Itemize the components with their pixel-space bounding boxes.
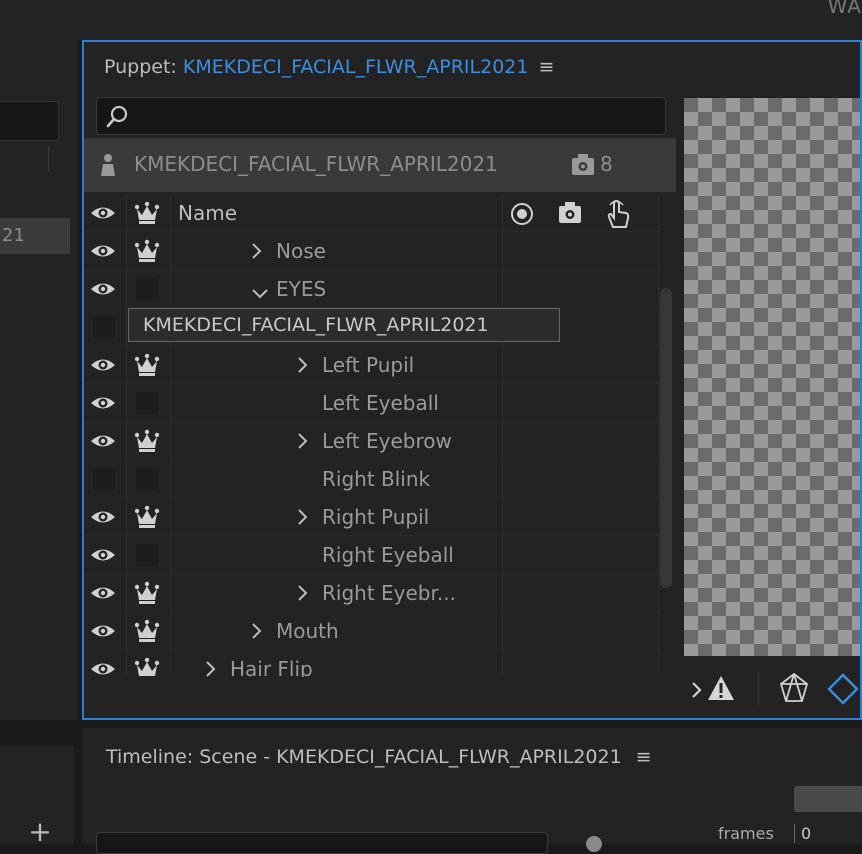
- crown-icon[interactable]: [134, 239, 160, 263]
- eye-icon[interactable]: [90, 430, 115, 452]
- puppet-name: KMEKDECI_FACIAL_FLWR_APRIL2021: [134, 152, 498, 176]
- chevron-right-icon[interactable]: [690, 680, 704, 704]
- eye-icon[interactable]: [90, 544, 115, 566]
- frame-zero: 0: [794, 824, 811, 843]
- eye-icon[interactable]: [90, 506, 115, 528]
- puppet-panel: Puppet: KMEKDECI_FACIAL_FLWR_APRIL2021 ≡ …: [82, 40, 862, 720]
- warning-icon[interactable]: [706, 674, 736, 706]
- stage-preview[interactable]: [684, 98, 860, 656]
- crown-icon[interactable]: [134, 619, 160, 643]
- panel-menu-icon[interactable]: ≡: [636, 746, 652, 768]
- target-icon[interactable]: [510, 202, 534, 230]
- stage-toolbar: [676, 662, 860, 718]
- layer-row[interactable]: Nose: [84, 232, 660, 270]
- behavior-count: 8: [600, 152, 613, 176]
- chevron-right-icon[interactable]: [296, 507, 310, 532]
- layer-row[interactable]: Hair Flip: [84, 650, 660, 677]
- eye-icon[interactable]: [90, 392, 115, 414]
- layer-label: Mouth: [276, 619, 339, 643]
- layer-label: Right Pupil: [322, 505, 430, 529]
- left-panel: [0, 40, 78, 720]
- layers-header: Name: [84, 194, 660, 232]
- layer-tooltip: KMEKDECI_FACIAL_FLWR_APRIL2021: [128, 308, 560, 342]
- layer-row[interactable]: Right Blink: [84, 460, 660, 498]
- chevron-right-icon[interactable]: [204, 659, 218, 677]
- timeline-ruler[interactable]: [794, 786, 862, 812]
- layer-label: Right Eyeball: [322, 543, 454, 567]
- left-search-field[interactable]: [0, 101, 59, 141]
- layer-label: Left Pupil: [322, 353, 415, 377]
- toolbar-divider: [758, 672, 759, 706]
- hand-icon[interactable]: [604, 199, 632, 233]
- vertical-scrollbar[interactable]: [660, 288, 672, 588]
- hidden-visibility-toggle[interactable]: [93, 468, 115, 490]
- mesh-icon[interactable]: [778, 672, 810, 708]
- layer-label: EYES: [276, 277, 327, 301]
- app-top-bar: WA: [0, 0, 862, 40]
- chevron-right-icon[interactable]: [296, 431, 310, 456]
- layer-row[interactable]: Mouth: [84, 612, 660, 650]
- chevron-right-icon[interactable]: [250, 621, 264, 646]
- layer-label: Left Eyebrow: [322, 429, 452, 453]
- layer-label: Right Eyebr...: [322, 581, 456, 605]
- chevron-right-icon[interactable]: [296, 583, 310, 608]
- timeline-panel: Timeline: Scene - KMEKDECI_FACIAL_FLWR_A…: [82, 728, 862, 854]
- left-selected-item[interactable]: 21: [0, 218, 70, 254]
- layer-label: Hair Flip: [230, 657, 313, 677]
- crown-icon[interactable]: [134, 201, 160, 225]
- layer-row[interactable]: Right Eyebr...: [84, 574, 660, 612]
- independence-toggle[interactable]: [136, 392, 158, 414]
- independence-toggle[interactable]: [136, 278, 158, 300]
- independence-toggle[interactable]: [136, 468, 158, 490]
- eye-icon[interactable]: [90, 354, 115, 376]
- layer-label: Left Eyeball: [322, 391, 439, 415]
- layer-label: Right Blink: [322, 467, 431, 491]
- layer-row[interactable]: Right Eyeball: [84, 536, 660, 574]
- eye-icon[interactable]: [90, 202, 115, 224]
- puppet-title-name: KMEKDECI_FACIAL_FLWR_APRIL2021: [182, 56, 529, 78]
- handle-tool-icon[interactable]: [826, 672, 860, 710]
- chevron-right-icon[interactable]: [296, 355, 310, 380]
- eye-icon[interactable]: [90, 278, 115, 300]
- camera-icon[interactable]: [557, 201, 583, 229]
- puppet-search-input[interactable]: [96, 97, 666, 135]
- timeline-title: Timeline: Scene - KMEKDECI_FACIAL_FLWR_A…: [106, 746, 652, 768]
- layer-row[interactable]: Right Pupil: [84, 498, 660, 536]
- eye-icon[interactable]: [90, 240, 115, 262]
- layer-row[interactable]: EYES: [84, 270, 660, 308]
- add-icon[interactable]: +: [28, 818, 52, 846]
- puppet-panel-title: Puppet: KMEKDECI_FACIAL_FLWR_APRIL2021 ≡: [104, 56, 554, 78]
- person-icon: [98, 152, 118, 182]
- eye-icon[interactable]: [90, 620, 115, 642]
- frames-label: frames: [718, 824, 774, 843]
- independence-toggle[interactable]: [136, 544, 158, 566]
- crown-icon[interactable]: [134, 353, 160, 377]
- layer-row[interactable]: Left Pupil: [84, 346, 660, 384]
- hidden-visibility-toggle[interactable]: [93, 316, 115, 338]
- puppet-row[interactable]: KMEKDECI_FACIAL_FLWR_APRIL2021 8: [84, 138, 676, 192]
- timeline-title-text: Timeline: Scene - KMEKDECI_FACIAL_FLWR_A…: [106, 746, 622, 768]
- camera-icon: [570, 153, 596, 181]
- panel-menu-icon[interactable]: ≡: [538, 56, 554, 78]
- name-column-header[interactable]: Name: [178, 201, 237, 225]
- puppet-title-prefix: Puppet:: [104, 56, 183, 78]
- crown-icon[interactable]: [134, 581, 160, 605]
- crown-icon[interactable]: [134, 657, 160, 677]
- eye-icon[interactable]: [90, 582, 115, 604]
- chevron-right-icon[interactable]: [250, 241, 264, 266]
- layer-row[interactable]: Left Eyebrow: [84, 422, 660, 460]
- crown-icon[interactable]: [134, 505, 160, 529]
- search-icon: [105, 104, 131, 134]
- layer-label: Nose: [276, 239, 326, 263]
- eye-icon[interactable]: [90, 658, 115, 677]
- left-divider: [48, 146, 49, 172]
- chevron-down-icon[interactable]: [250, 282, 270, 306]
- crown-icon[interactable]: [134, 429, 160, 453]
- timeline-search-input[interactable]: [96, 832, 548, 854]
- top-bar-text: WA: [827, 0, 862, 18]
- layer-row[interactable]: Left Eyeball: [84, 384, 660, 422]
- zoom-slider-knob[interactable]: [586, 836, 602, 852]
- layers-table: Name Nose EYES Left Pupil Left Eyeball Left …: [84, 194, 676, 677]
